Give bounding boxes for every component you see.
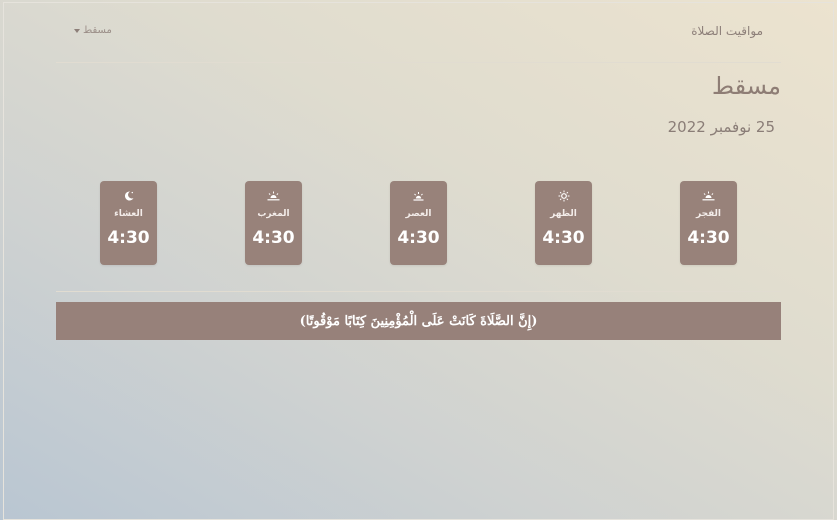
app-brand-link[interactable]: مواقيت الصلاة: [691, 24, 763, 38]
caret-down-icon: [74, 28, 80, 33]
city-dropdown[interactable]: مسقط: [74, 25, 112, 36]
current-date: 25 نوفمبر 2022: [667, 118, 775, 136]
cards-divider: [56, 291, 781, 292]
prayer-card-fajr: الفجر 4:30: [680, 181, 737, 265]
prayer-card-asr: العصر 4:30: [390, 181, 447, 265]
sunset-icon: [245, 190, 302, 202]
prayer-time: 4:30: [542, 228, 585, 248]
prayer-time: 4:30: [252, 228, 295, 248]
sun-icon: [535, 190, 592, 202]
prayer-name: المغرب: [257, 209, 290, 219]
afternoon-sun-icon: [390, 190, 447, 202]
top-navbar: مواقيت الصلاة مسقط: [56, 18, 781, 48]
prayer-card-dhuhr: الظهر 4:30: [535, 181, 592, 265]
prayer-name: العصر: [405, 209, 432, 219]
prayer-card-isha: العشاء 4:30: [100, 181, 157, 265]
header-divider: [56, 62, 781, 63]
prayer-time: 4:30: [107, 228, 150, 248]
prayer-name: الفجر: [695, 209, 722, 219]
city-dropdown-label: مسقط: [83, 25, 112, 36]
prayer-time: 4:30: [397, 228, 440, 248]
quran-verse-banner: (إِنَّ الصَّلَاةَ كَانَتْ عَلَى الْمُؤْم…: [56, 302, 781, 340]
prayer-name: الظهر: [550, 209, 577, 219]
prayer-time: 4:30: [687, 228, 730, 248]
prayer-name: العشاء: [114, 209, 143, 219]
moon-icon: [100, 190, 157, 202]
sunrise-icon: [680, 190, 737, 202]
page-title: مسقط: [711, 72, 781, 100]
prayer-times-row: العشاء 4:30 المغرب 4:30 العصر 4:30 الظهر…: [0, 181, 837, 266]
prayer-card-maghrib: المغرب 4:30: [245, 181, 302, 265]
